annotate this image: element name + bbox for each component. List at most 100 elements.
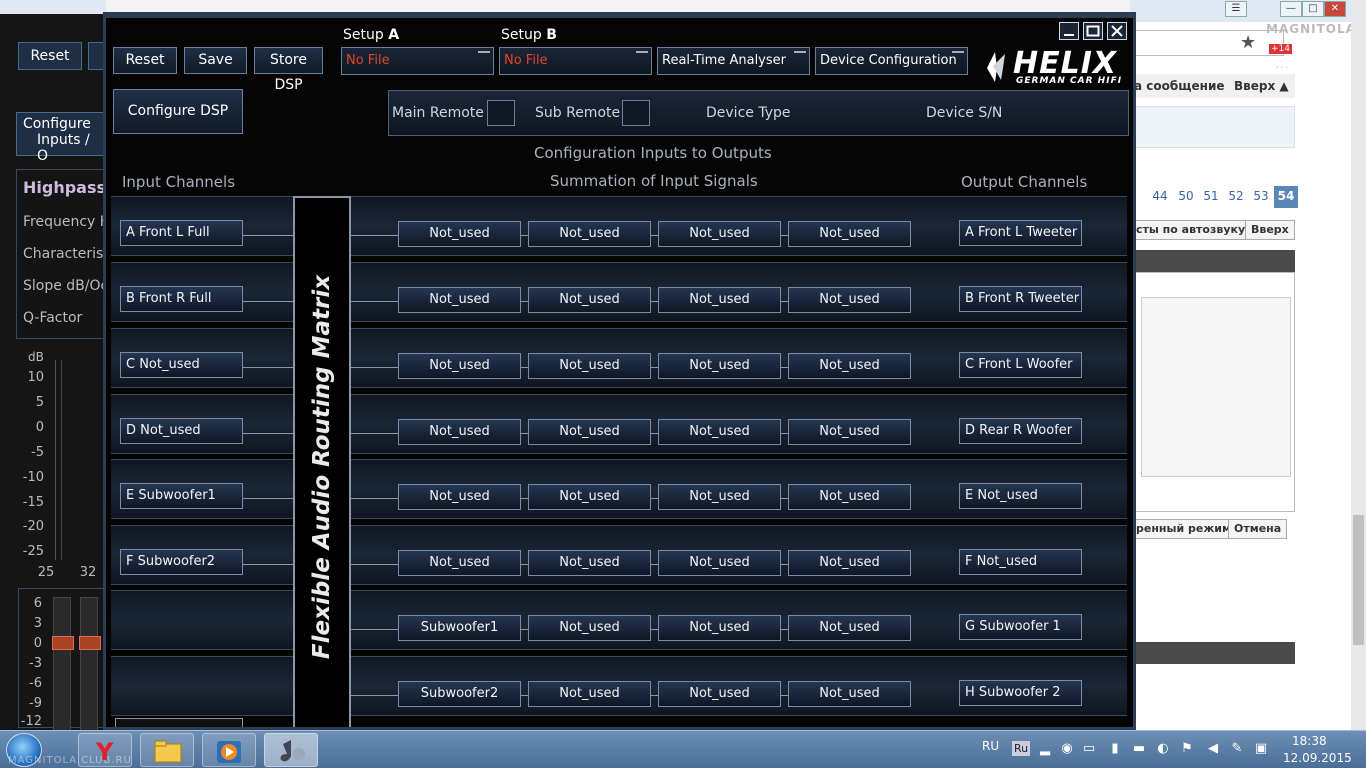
output-channel-select[interactable]: E Not_used xyxy=(959,483,1082,509)
summation-select[interactable]: Not_used xyxy=(788,287,911,313)
menu-icon[interactable]: ☰ xyxy=(1225,1,1247,17)
summation-select[interactable]: Not_used xyxy=(398,287,521,313)
minimize-icon[interactable] xyxy=(1059,22,1079,40)
up-button[interactable]: Вверх xyxy=(1245,220,1295,240)
minimize-button[interactable]: — xyxy=(1280,1,1302,17)
monitor-icon[interactable]: ▭ xyxy=(1082,742,1096,756)
input-channel-select[interactable]: F Subwoofer2 xyxy=(120,549,243,575)
summation-select[interactable]: Subwoofer1 xyxy=(398,615,521,641)
input-channel-select[interactable]: D Not_used xyxy=(120,418,243,444)
address-bar[interactable] xyxy=(1134,30,1284,56)
reply-label[interactable]: а сообщение xyxy=(1134,79,1225,93)
summation-select[interactable]: Not_used xyxy=(528,419,651,445)
reply-textarea[interactable] xyxy=(1141,297,1291,477)
vertical-scrollbar[interactable] xyxy=(1351,0,1366,730)
reset-button[interactable]: Reset xyxy=(113,47,177,74)
summation-select[interactable]: Not_used xyxy=(398,484,521,510)
taskbar-explorer-icon[interactable] xyxy=(140,733,194,767)
summation-select[interactable]: Not_used xyxy=(528,681,651,707)
sound-forum-button[interactable]: сты по автозвуку xyxy=(1130,220,1252,240)
save-button[interactable]: Save xyxy=(184,47,247,74)
input-channel-select[interactable]: A Front L Full xyxy=(120,220,243,246)
output-channel-select[interactable]: A Front L Tweeter xyxy=(959,220,1082,246)
summation-select[interactable]: Not_used xyxy=(788,484,911,510)
summation-select[interactable]: Not_used xyxy=(658,681,781,707)
mode-button[interactable]: ренный режим xyxy=(1130,519,1237,539)
flag-icon[interactable]: ⚑ xyxy=(1180,742,1194,756)
clock-time[interactable]: 18:38 xyxy=(1292,734,1327,748)
summation-select[interactable]: Not_used xyxy=(658,419,781,445)
browser-tray-icon[interactable]: ◉ xyxy=(1060,742,1074,756)
summation-select[interactable]: Not_used xyxy=(658,484,781,510)
summation-select[interactable]: Not_used xyxy=(528,615,651,641)
summation-select[interactable]: Not_used xyxy=(788,681,911,707)
output-channel-select[interactable]: C Front L Woofer xyxy=(959,352,1082,378)
output-channel-select[interactable]: G Subwoofer 1 xyxy=(959,614,1082,640)
input-channel-select[interactable]: E Subwoofer1 xyxy=(120,483,243,509)
pin-icon[interactable]: ✎ xyxy=(1230,742,1244,756)
summation-select[interactable]: Not_used xyxy=(788,419,911,445)
setup-b-file-select[interactable]: No File xyxy=(499,47,652,75)
summation-select[interactable]: Not_used xyxy=(528,353,651,379)
keyboard-layout[interactable]: Ru xyxy=(1012,741,1031,756)
page-44[interactable]: 44 xyxy=(1148,186,1172,208)
store-dsp-button[interactable]: Store DSP xyxy=(254,47,323,93)
fader-knob[interactable] xyxy=(79,636,101,650)
maximize-button[interactable]: □ xyxy=(1302,1,1324,17)
summation-select[interactable]: Not_used xyxy=(658,221,781,247)
page-53[interactable]: 53 xyxy=(1250,186,1272,208)
summation-select[interactable]: Not_used xyxy=(528,484,651,510)
page-50[interactable]: 50 xyxy=(1174,186,1198,208)
card-icon[interactable]: ▬ xyxy=(1132,742,1146,756)
taskbar-media-icon[interactable] xyxy=(202,733,256,767)
input-channel-select[interactable]: B Front R Full xyxy=(120,286,243,312)
page-51[interactable]: 51 xyxy=(1200,186,1222,208)
bg-configure-button[interactable]: Configure Inputs / O xyxy=(16,112,106,164)
close-icon[interactable] xyxy=(1107,22,1127,40)
summation-select[interactable]: Subwoofer2 xyxy=(398,681,521,707)
maximize-icon[interactable] xyxy=(1083,22,1103,40)
summation-select[interactable]: Not_used xyxy=(788,615,911,641)
input-channel-select[interactable]: C Not_used xyxy=(120,352,243,378)
cancel-button[interactable]: Отмена xyxy=(1228,519,1288,539)
taskbar-browser-icon[interactable]: Y xyxy=(78,733,132,767)
summation-select[interactable]: Not_used xyxy=(658,353,781,379)
summation-select[interactable]: Not_used xyxy=(398,353,521,379)
summation-select[interactable]: Not_used xyxy=(398,221,521,247)
output-channel-select[interactable]: B Front R Tweeter xyxy=(959,286,1082,312)
summation-select[interactable]: Not_used xyxy=(398,550,521,576)
bookmark-star-icon[interactable]: ★ xyxy=(1240,32,1256,53)
output-channel-select[interactable]: H Subwoofer 2 xyxy=(959,680,1082,706)
real-time-analyser-button[interactable]: Real-Time Analyser xyxy=(657,47,810,75)
setup-a-file-select[interactable]: No File xyxy=(341,47,494,75)
output-channel-select[interactable]: F Not_used xyxy=(959,549,1082,575)
main-remote-indicator[interactable] xyxy=(487,100,515,126)
scrollbar-thumb[interactable] xyxy=(1353,515,1364,645)
signal-icon[interactable]: ▂ xyxy=(1038,742,1052,756)
up-link[interactable]: Вверх ▲ xyxy=(1234,79,1289,93)
summation-select[interactable]: Not_used xyxy=(398,419,521,445)
page-52[interactable]: 52 xyxy=(1224,186,1248,208)
fader-slider[interactable] xyxy=(52,597,74,747)
summation-select[interactable]: Not_used xyxy=(528,287,651,313)
partial-bottom-button[interactable] xyxy=(115,718,243,727)
summation-select[interactable]: Not_used xyxy=(528,221,651,247)
close-button[interactable]: ✕ xyxy=(1324,1,1346,17)
notification-badge[interactable]: +14 xyxy=(1269,44,1292,54)
clock-date[interactable]: 12.09.2015 xyxy=(1283,751,1352,765)
output-channel-select[interactable]: D Rear R Woofer xyxy=(959,418,1082,444)
taskbar-helix-icon[interactable] xyxy=(264,733,318,767)
summation-select[interactable]: Not_used xyxy=(528,550,651,576)
sub-remote-indicator[interactable] xyxy=(622,100,650,126)
summation-select[interactable]: Not_used xyxy=(788,221,911,247)
battery-icon[interactable]: ▮ xyxy=(1108,742,1122,756)
summation-select[interactable]: Not_used xyxy=(788,550,911,576)
configure-dsp-button[interactable]: Configure DSP xyxy=(113,89,243,134)
fader-knob[interactable] xyxy=(52,636,74,650)
summation-select[interactable]: Not_used xyxy=(658,287,781,313)
security-icon[interactable]: ◐ xyxy=(1156,742,1170,756)
bg-reset-button[interactable]: Reset xyxy=(18,42,82,70)
summation-select[interactable]: Not_used xyxy=(658,550,781,576)
summation-select[interactable]: Not_used xyxy=(788,353,911,379)
summation-select[interactable]: Not_used xyxy=(658,615,781,641)
